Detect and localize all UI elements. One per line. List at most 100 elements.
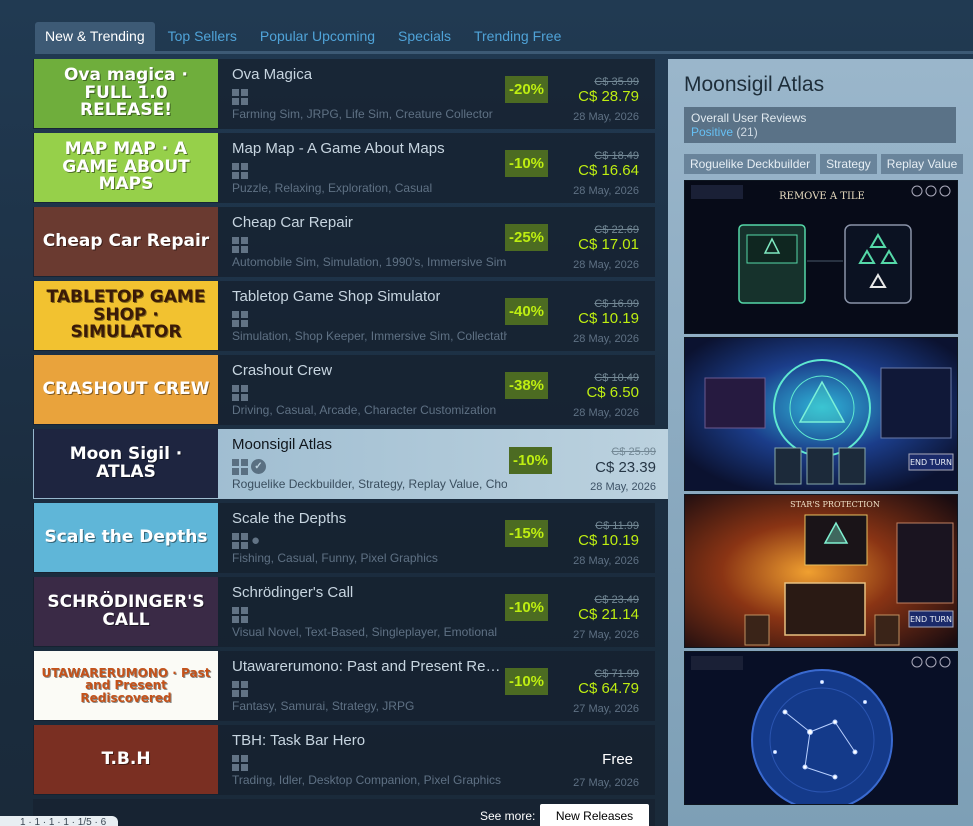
- game-title: Utawarerumono: Past and Present Rediscov…: [232, 658, 507, 675]
- windows-icon: [232, 311, 248, 327]
- preview-tag[interactable]: Replay Value: [880, 154, 964, 174]
- preview-tag[interactable]: Roguelike Deckbuilder: [684, 154, 817, 174]
- tab-new-trending[interactable]: New & Trending: [35, 22, 155, 52]
- discount-badge: -10%: [505, 594, 548, 621]
- discount-badge: -40%: [505, 298, 548, 325]
- steam-deck-verified-icon: ✓: [251, 459, 266, 474]
- tab-popular-upcoming[interactable]: Popular Upcoming: [250, 22, 385, 52]
- game-row[interactable]: CRASHOUT CREW Crashout Crew Driving, Casua…: [33, 355, 655, 425]
- preview-title: Moonsigil Atlas: [684, 73, 825, 96]
- game-capsule-image: Cheap Car Repair: [34, 207, 218, 276]
- platform-icons: [232, 89, 248, 105]
- screenshot-3-caption: STAR'S PROTECTION: [790, 500, 880, 509]
- windows-icon: [232, 607, 248, 623]
- screenshot-1-caption: REMOVE A TILE: [779, 191, 865, 202]
- platform-icons: [232, 681, 248, 697]
- reviews-label: Overall User Reviews: [691, 111, 807, 125]
- apple-icon: ●: [251, 532, 261, 549]
- screenshot-3-end-turn: END TURN: [910, 615, 952, 624]
- preview-tag[interactable]: Strategy: [820, 154, 877, 174]
- game-capsule-image: Moon Sigil · ATLAS: [34, 429, 218, 498]
- game-capsule-logo: Scale the Depths: [44, 526, 208, 547]
- screenshot-2-caption: END TURN: [910, 458, 952, 467]
- final-price: C$ 28.79: [578, 88, 639, 105]
- game-row[interactable]: Cheap Car Repair Cheap Car Repair Automobi…: [33, 207, 655, 277]
- final-price: C$ 10.19: [578, 532, 639, 549]
- screenshot-1-art: REMOVE A TILE: [685, 181, 957, 333]
- final-price: C$ 17.01: [578, 236, 639, 253]
- preview-screenshot-3: STAR'S PROTECTION END TURN: [684, 494, 958, 648]
- original-price: C$ 22.69: [594, 224, 639, 236]
- windows-icon: [232, 533, 248, 549]
- game-tags: Driving, Casual, Arcade, Character Custo…: [232, 403, 497, 417]
- game-row[interactable]: Moon Sigil · ATLAS Moonsigil Atlas ✓ Roguel…: [33, 429, 668, 499]
- original-price: C$ 18.49: [594, 150, 639, 162]
- discount-badge: -10%: [509, 447, 552, 474]
- windows-icon: [232, 163, 248, 179]
- original-price: C$ 10.49: [594, 372, 639, 384]
- game-row[interactable]: T.B.H TBH: Task Bar Hero Trading, Idler, D…: [33, 725, 655, 795]
- game-capsule-image: SCHRÖDINGER'S CALL: [34, 577, 218, 646]
- windows-icon: [232, 755, 248, 771]
- platform-icons: [232, 755, 248, 771]
- release-date: 28 May, 2026: [573, 333, 639, 345]
- game-capsule-logo: Ova magica · FULL 1.0 RELEASE!: [63, 64, 189, 121]
- game-capsule-logo: Moon Sigil · ATLAS: [69, 443, 183, 482]
- preview-tags: Roguelike Deckbuilder Strategy Replay Va…: [684, 154, 964, 174]
- original-price: C$ 11.99: [595, 520, 639, 532]
- windows-icon: [232, 681, 248, 697]
- platform-icons: ✓: [232, 459, 266, 475]
- see-more-label: See more:: [480, 809, 536, 823]
- game-row[interactable]: TABLETOP GAME SHOP · SIMULATOR Tabletop G…: [33, 281, 655, 351]
- tab-trending-free[interactable]: Trending Free: [464, 22, 571, 52]
- game-capsule-image: MAP MAP · A GAME ABOUT MAPS: [34, 133, 218, 202]
- final-price: C$ 10.19: [578, 310, 639, 327]
- platform-icons: ●: [232, 533, 263, 549]
- game-tags: Fantasy, Samurai, Strategy, JRPG: [232, 699, 415, 713]
- game-tags: Automobile Sim, Simulation, 1990's, Imme…: [232, 255, 507, 269]
- game-tags: Visual Novel, Text-Based, Singleplayer, …: [232, 625, 498, 639]
- windows-icon: [232, 237, 248, 253]
- new-releases-button[interactable]: New Releases: [540, 804, 649, 826]
- screenshot-2-art: END TURN: [685, 338, 957, 490]
- game-title: Schrödinger's Call: [232, 584, 354, 601]
- screenshot-3-art: STAR'S PROTECTION END TURN: [685, 495, 957, 647]
- original-price: C$ 25.99: [611, 446, 656, 458]
- tab-bar: New & Trending Top Sellers Popular Upcom…: [35, 22, 574, 52]
- tab-bar-underline: [35, 51, 973, 54]
- final-price: C$ 64.79: [578, 680, 639, 697]
- game-capsule-logo: CRASHOUT CREW: [42, 378, 210, 399]
- game-tags: Simulation, Shop Keeper, Immersive Sim, …: [232, 329, 507, 343]
- final-price: Free: [602, 751, 633, 768]
- game-title: Moonsigil Atlas: [232, 436, 333, 453]
- game-row[interactable]: Ova magica · FULL 1.0 RELEASE! Ova Magica…: [33, 59, 655, 129]
- game-capsule-image: T.B.H: [34, 725, 218, 794]
- tab-top-sellers[interactable]: Top Sellers: [158, 22, 247, 52]
- game-row[interactable]: MAP MAP · A GAME ABOUT MAPS Map Map - A G…: [33, 133, 655, 203]
- user-reviews-box: Overall User Reviews Positive (21): [684, 107, 956, 143]
- game-title: Scale the Depths: [232, 510, 347, 527]
- game-row[interactable]: Scale the Depths Scale the Depths ● Fishing…: [33, 503, 655, 573]
- preview-screenshot-1: REMOVE A TILE: [684, 180, 958, 334]
- game-tags: Roguelike Deckbuilder, Strategy, Replay …: [232, 477, 507, 491]
- release-date: 27 May, 2026: [573, 629, 639, 641]
- game-title: Crashout Crew: [232, 362, 333, 379]
- platform-icons: [232, 385, 248, 401]
- game-tags: Fishing, Casual, Funny, Pixel Graphics: [232, 551, 438, 565]
- platform-icons: [232, 311, 248, 327]
- game-capsule-logo: SCHRÖDINGER'S CALL: [47, 591, 205, 630]
- final-price: C$ 16.64: [578, 162, 639, 179]
- game-row[interactable]: SCHRÖDINGER'S CALL Schrödinger's Call Visu…: [33, 577, 655, 647]
- discount-badge: -25%: [505, 224, 548, 251]
- game-row[interactable]: UTAWARERUMONO · Past and Present Redisco…: [33, 651, 655, 721]
- game-capsule-logo: T.B.H: [101, 748, 151, 769]
- final-price: C$ 23.39: [595, 459, 656, 476]
- original-price: C$ 35.99: [594, 76, 639, 88]
- see-more-bar: See more: New Releases: [33, 799, 655, 826]
- game-capsule-image: Scale the Depths: [34, 503, 218, 572]
- screenshot-4-art: [685, 652, 957, 804]
- game-preview-panel[interactable]: Moonsigil Atlas Overall User Reviews Pos…: [668, 59, 973, 826]
- release-date: 27 May, 2026: [573, 703, 639, 715]
- release-date: 28 May, 2026: [573, 111, 639, 123]
- tab-specials[interactable]: Specials: [388, 22, 461, 52]
